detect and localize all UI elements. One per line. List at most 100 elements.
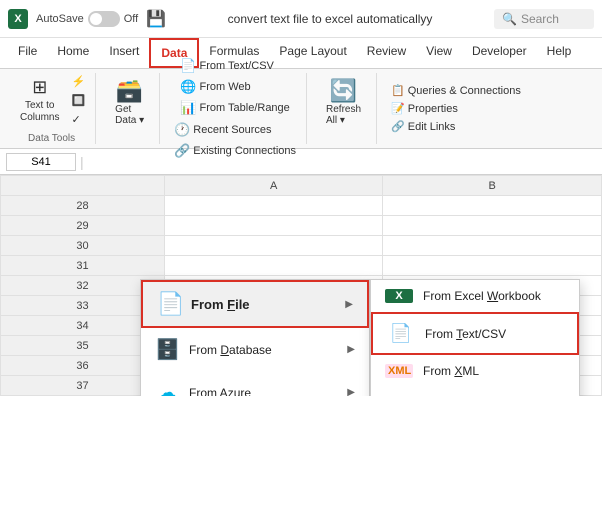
row-28: 28 xyxy=(1,196,165,216)
recent-sources-icon: 🕐 xyxy=(174,122,190,138)
toggle-state: Off xyxy=(124,13,138,25)
tab-file[interactable]: File xyxy=(8,38,47,68)
from-text-csv-ribbon-button[interactable]: 📄 From Text/CSV xyxy=(176,56,293,76)
from-xml-item[interactable]: XML From XML xyxy=(371,355,579,387)
get-data-icon: 🗃️ xyxy=(116,78,143,104)
sheet-area: A B 28 29 30 31 32 33 34 35 36 37 📄 From… xyxy=(0,175,602,396)
cell-a31[interactable] xyxy=(164,256,383,276)
recent-sources-label: Recent Sources xyxy=(193,124,271,136)
from-database-chevron: ▶ xyxy=(347,344,355,355)
properties-button[interactable]: 📝 Properties xyxy=(387,100,525,117)
from-azure-chevron: ▶ xyxy=(347,387,355,396)
ribbon-group-connections: 📋 Queries & Connections 📝 Properties 🔗 E… xyxy=(381,73,531,144)
from-text-csv-label: From Text/CSV xyxy=(425,327,506,341)
from-database-menu-item[interactable]: 🗄️ From Database ▶ xyxy=(141,328,369,371)
refresh-all-button[interactable]: 🔄 RefreshAll ▾ xyxy=(317,73,370,131)
existing-connections-button[interactable]: 🔗 Existing Connections xyxy=(170,141,300,161)
cell-b31[interactable] xyxy=(383,256,602,276)
text-to-columns-icon: ⊞ xyxy=(32,77,47,98)
from-file-label: From File xyxy=(191,297,250,312)
from-text-csv-item[interactable]: 📄 From Text/CSV xyxy=(371,312,579,355)
from-text-csv-icon: 📄 xyxy=(387,323,415,344)
edit-links-icon: 🔗 xyxy=(391,120,405,133)
from-azure-menu-item[interactable]: ☁ From Azure ▶ xyxy=(141,371,369,396)
from-excel-workbook-label: From Excel Workbook xyxy=(423,289,541,303)
document-title: convert text file to excel automatically… xyxy=(174,12,486,26)
row-29: 29 xyxy=(1,216,165,236)
existing-connections-icon: 🔗 xyxy=(174,143,190,159)
cell-a28[interactable] xyxy=(164,196,383,216)
properties-icon: 📝 xyxy=(391,102,405,115)
from-file-sub-panel: X From Excel Workbook 📄 From Text/CSV XM… xyxy=(370,279,580,396)
col-a-header: A xyxy=(164,176,383,196)
tab-view[interactable]: View xyxy=(416,38,462,68)
search-icon: 🔍 xyxy=(502,12,517,26)
tab-help[interactable]: Help xyxy=(537,38,582,68)
formula-bar: | xyxy=(0,149,602,175)
ribbon-group-get-data: 🗃️ GetData ▾ xyxy=(100,73,160,144)
tab-insert[interactable]: Insert xyxy=(99,38,149,68)
recent-sources-button[interactable]: 🕐 Recent Sources xyxy=(170,120,300,140)
search-label: Search xyxy=(521,12,559,26)
cell-b30[interactable] xyxy=(383,236,602,256)
data-validation-button[interactable]: ✓ xyxy=(67,111,89,128)
ribbon-group-queries: 📄 From Text/CSV 🌐 From Web 📊 From Table/… xyxy=(164,73,307,144)
tab-review[interactable]: Review xyxy=(357,38,416,68)
from-web-icon: 🌐 xyxy=(180,79,196,95)
save-icon[interactable]: 💾 xyxy=(146,9,166,29)
cell-b29[interactable] xyxy=(383,216,602,236)
from-web-button[interactable]: 🌐 From Web xyxy=(176,77,293,97)
from-text-csv-ribbon-label: From Text/CSV xyxy=(200,60,274,72)
table-row: 30 xyxy=(1,236,602,256)
ribbon-content: ⊞ Text toColumns ⚡ 🔲 ✓ Data Tools 🗃️ G xyxy=(0,69,602,149)
edit-links-label: Edit Links xyxy=(408,121,456,133)
refresh-icon: 🔄 xyxy=(330,78,357,104)
title-bar: X AutoSave Off 💾 convert text file to ex… xyxy=(0,0,602,38)
row-30: 30 xyxy=(1,236,165,256)
excel-logo: X xyxy=(8,9,28,29)
tab-home[interactable]: Home xyxy=(47,38,99,68)
flash-fill-button[interactable]: ⚡ xyxy=(67,73,89,90)
from-file-menu-item[interactable]: 📄 From File ▶ xyxy=(141,280,369,328)
row-number-header xyxy=(1,176,165,196)
from-table-range-label: From Table/Range xyxy=(200,102,290,114)
edit-links-button[interactable]: 🔗 Edit Links xyxy=(387,118,525,135)
toggle-knob xyxy=(90,13,102,25)
row-31: 31 xyxy=(1,256,165,276)
from-excel-workbook-item[interactable]: X From Excel Workbook xyxy=(371,280,579,312)
data-tools-label: Data Tools xyxy=(28,131,75,144)
tab-developer[interactable]: Developer xyxy=(462,38,537,68)
cell-a29[interactable] xyxy=(164,216,383,236)
from-table-range-icon: 📊 xyxy=(180,100,196,116)
queries-connections-icon: 📋 xyxy=(391,84,405,97)
dropdown-overlay: 📄 From File ▶ 🗄️ From Database ▶ ☁ From … xyxy=(140,279,580,396)
from-azure-label: From Azure xyxy=(189,386,251,397)
from-web-label: From Web xyxy=(200,81,251,93)
search-box[interactable]: 🔍 Search xyxy=(494,9,594,29)
queries-connections-button[interactable]: 📋 Queries & Connections xyxy=(387,82,525,99)
remove-duplicates-icon: 🔲 xyxy=(71,94,85,107)
col-b-header: B xyxy=(383,176,602,196)
from-text-csv-ribbon-icon: 📄 xyxy=(180,58,196,74)
cell-a30[interactable] xyxy=(164,236,383,256)
get-data-button[interactable]: 🗃️ GetData ▾ xyxy=(106,73,153,131)
autosave-toggle[interactable] xyxy=(88,11,120,27)
ribbon-group-refresh: 🔄 RefreshAll ▾ xyxy=(311,73,377,144)
from-database-label: From Database xyxy=(189,343,272,357)
formula-separator: | xyxy=(80,154,84,170)
cell-b28[interactable] xyxy=(383,196,602,216)
from-excel-workbook-icon: X xyxy=(385,289,413,303)
text-to-columns-button[interactable]: ⊞ Text toColumns xyxy=(14,73,65,128)
name-box[interactable] xyxy=(6,153,76,171)
remove-duplicates-button[interactable]: 🔲 xyxy=(67,92,89,109)
queries-connections-label: Queries & Connections xyxy=(408,85,521,97)
from-xml-icon: XML xyxy=(385,364,413,378)
ribbon-tabs: File Home Insert Data Formulas Page Layo… xyxy=(0,38,602,69)
table-row: 28 xyxy=(1,196,602,216)
from-table-range-button[interactable]: 📊 From Table/Range xyxy=(176,98,293,118)
from-json-item[interactable]: JSON From JSON xyxy=(371,387,579,396)
data-validation-icon: ✓ xyxy=(71,113,80,126)
autosave-label: AutoSave xyxy=(36,13,84,25)
text-to-columns-label: Text toColumns xyxy=(20,100,59,124)
existing-connections-label: Existing Connections xyxy=(193,145,296,157)
